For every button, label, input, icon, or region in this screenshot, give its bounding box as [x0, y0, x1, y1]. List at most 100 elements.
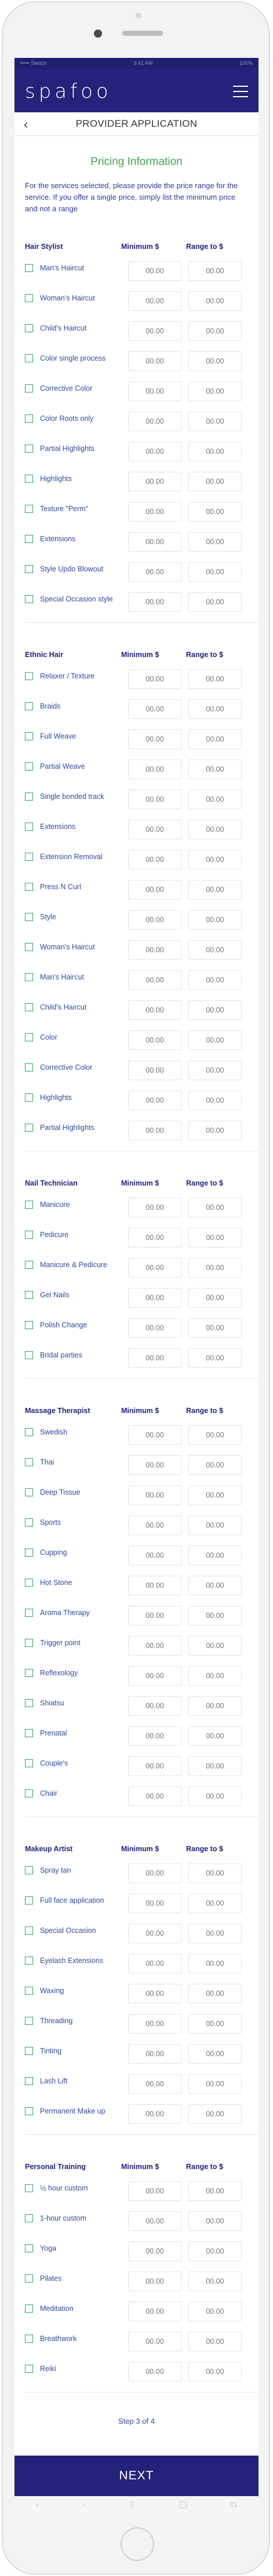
minimum-price-input[interactable] — [128, 291, 181, 311]
range-price-input[interactable] — [188, 1636, 242, 1656]
minimum-price-input[interactable] — [128, 1696, 181, 1716]
minimum-price-input[interactable] — [128, 2241, 181, 2261]
service-checkbox[interactable] — [25, 294, 33, 302]
minimum-price-input[interactable] — [128, 1894, 181, 1913]
service-checkbox[interactable] — [25, 2305, 33, 2313]
range-price-input[interactable] — [188, 1696, 242, 1716]
minimum-price-input[interactable] — [128, 1258, 181, 1278]
range-price-input[interactable] — [188, 970, 242, 990]
range-price-input[interactable] — [188, 1091, 242, 1110]
range-price-input[interactable] — [188, 790, 242, 809]
minimum-price-input[interactable] — [128, 1786, 181, 1806]
home-button[interactable] — [121, 2527, 154, 2561]
range-price-input[interactable] — [188, 2014, 242, 2034]
range-price-input[interactable] — [188, 2104, 242, 2124]
service-checkbox[interactable] — [25, 1033, 33, 1041]
range-price-input[interactable] — [188, 2211, 242, 2231]
service-checkbox[interactable] — [25, 2335, 33, 2343]
range-price-input[interactable] — [188, 532, 242, 552]
minimum-price-input[interactable] — [128, 1485, 181, 1505]
range-price-input[interactable] — [188, 1198, 242, 1217]
service-checkbox[interactable] — [25, 943, 33, 951]
service-checkbox[interactable] — [25, 1866, 33, 1874]
minimum-price-input[interactable] — [128, 502, 181, 522]
service-checkbox[interactable] — [25, 1639, 33, 1647]
range-price-input[interactable] — [188, 412, 242, 431]
minimum-price-input[interactable] — [128, 1000, 181, 1020]
minimum-price-input[interactable] — [128, 381, 181, 401]
forward-icon[interactable]: › — [82, 2500, 85, 2509]
minimum-price-input[interactable] — [128, 2104, 181, 2124]
minimum-price-input[interactable] — [128, 820, 181, 839]
range-price-input[interactable] — [188, 1894, 242, 1913]
minimum-price-input[interactable] — [128, 412, 181, 431]
range-price-input[interactable] — [188, 562, 242, 582]
service-checkbox[interactable] — [25, 475, 33, 483]
minimum-price-input[interactable] — [128, 2014, 181, 2034]
range-price-input[interactable] — [188, 880, 242, 900]
service-checkbox[interactable] — [25, 2184, 33, 2192]
service-checkbox[interactable] — [25, 1351, 33, 1359]
service-checkbox[interactable] — [25, 1261, 33, 1269]
range-price-input[interactable] — [188, 2241, 242, 2261]
service-checkbox[interactable] — [25, 2077, 33, 2085]
minimum-price-input[interactable] — [128, 1228, 181, 1247]
service-checkbox[interactable] — [25, 973, 33, 981]
bookmarks-icon[interactable]: ▢ — [179, 2499, 187, 2509]
minimum-price-input[interactable] — [128, 1061, 181, 1080]
service-checkbox[interactable] — [25, 384, 33, 392]
service-checkbox[interactable] — [25, 1003, 33, 1011]
minimum-price-input[interactable] — [128, 1606, 181, 1625]
range-price-input[interactable] — [188, 2302, 242, 2321]
minimum-price-input[interactable] — [128, 1954, 181, 1973]
service-checkbox[interactable] — [25, 445, 33, 453]
service-checkbox[interactable] — [25, 2244, 33, 2252]
range-price-input[interactable] — [188, 1455, 242, 1475]
service-checkbox[interactable] — [25, 702, 33, 710]
range-price-input[interactable] — [188, 1000, 242, 1020]
service-checkbox[interactable] — [25, 595, 33, 603]
service-checkbox[interactable] — [25, 823, 33, 831]
range-price-input[interactable] — [188, 1606, 242, 1625]
range-price-input[interactable] — [188, 261, 242, 281]
range-price-input[interactable] — [188, 1228, 242, 1247]
minimum-price-input[interactable] — [128, 1576, 181, 1595]
range-price-input[interactable] — [188, 1726, 242, 1746]
service-checkbox[interactable] — [25, 762, 33, 770]
minimum-price-input[interactable] — [128, 2044, 181, 2064]
minimum-price-input[interactable] — [128, 1756, 181, 1776]
service-checkbox[interactable] — [25, 1669, 33, 1677]
minimum-price-input[interactable] — [128, 1666, 181, 1686]
service-checkbox[interactable] — [25, 2017, 33, 2025]
service-checkbox[interactable] — [25, 1789, 33, 1797]
tabs-icon[interactable]: ⧉ — [231, 2500, 237, 2509]
service-checkbox[interactable] — [25, 1201, 33, 1209]
minimum-price-input[interactable] — [128, 759, 181, 779]
range-price-input[interactable] — [188, 381, 242, 401]
minimum-price-input[interactable] — [128, 880, 181, 900]
minimum-price-input[interactable] — [128, 1348, 181, 1368]
range-price-input[interactable] — [188, 1786, 242, 1806]
back-icon[interactable]: ‹ — [36, 2500, 39, 2509]
service-checkbox[interactable] — [25, 1729, 33, 1737]
service-checkbox[interactable] — [25, 792, 33, 801]
minimum-price-input[interactable] — [128, 562, 181, 582]
service-checkbox[interactable] — [25, 1609, 33, 1617]
range-price-input[interactable] — [188, 2332, 242, 2351]
range-price-input[interactable] — [188, 820, 242, 839]
service-checkbox[interactable] — [25, 1458, 33, 1466]
service-checkbox[interactable] — [25, 354, 33, 362]
minimum-price-input[interactable] — [128, 1091, 181, 1110]
service-checkbox[interactable] — [25, 535, 33, 543]
service-checkbox[interactable] — [25, 2047, 33, 2055]
minimum-price-input[interactable] — [128, 2074, 181, 2094]
range-price-input[interactable] — [188, 502, 242, 522]
range-price-input[interactable] — [188, 1666, 242, 1686]
range-price-input[interactable] — [188, 442, 242, 461]
range-price-input[interactable] — [188, 1121, 242, 1140]
service-checkbox[interactable] — [25, 2107, 33, 2115]
service-checkbox[interactable] — [25, 1488, 33, 1496]
service-checkbox[interactable] — [25, 1291, 33, 1299]
range-price-input[interactable] — [188, 1954, 242, 1973]
minimum-price-input[interactable] — [128, 2181, 181, 2201]
